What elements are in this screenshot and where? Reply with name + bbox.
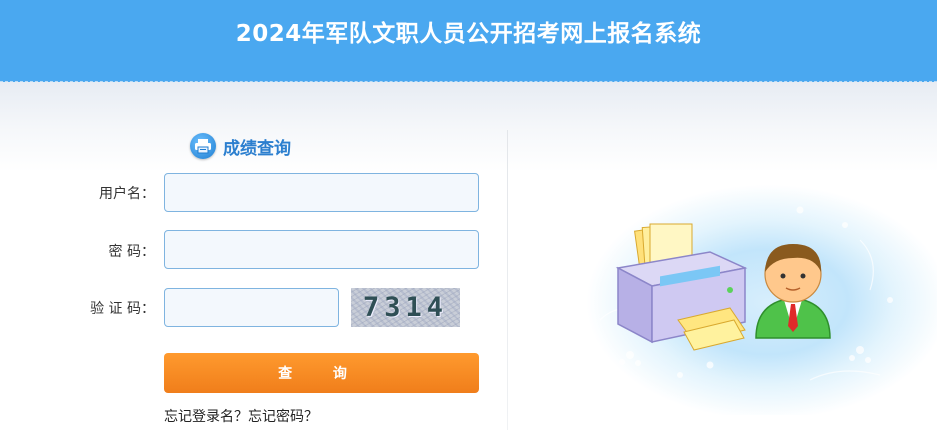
- vertical-divider: [507, 130, 508, 430]
- captcha-text: 7314: [362, 292, 449, 323]
- page-header: 2024年军队文职人员公开招考网上报名系统: [0, 0, 937, 82]
- captcha-input[interactable]: [164, 288, 339, 327]
- password-label: 密 码：: [108, 244, 155, 260]
- printer-icon: [190, 133, 216, 159]
- forgot-links: 忘记登录名？忘记密码？: [164, 406, 318, 426]
- password-input[interactable]: [164, 230, 479, 269]
- section-title: 成绩查询: [223, 138, 291, 159]
- captcha-image[interactable]: 7314: [351, 288, 460, 327]
- user-avatar-illustration: [755, 244, 831, 339]
- forgot-username-link[interactable]: 忘记登录名？: [164, 409, 248, 425]
- username-label: 用户名：: [99, 186, 155, 202]
- username-input[interactable]: [164, 173, 479, 212]
- query-button[interactable]: 查 询: [164, 353, 479, 393]
- section-header: 成绩查询: [190, 132, 291, 160]
- printer-and-user-illustration: [560, 180, 937, 415]
- captcha-label: 验 证 码：: [90, 301, 155, 317]
- printer-illustration: [615, 251, 748, 351]
- page-title: 2024年军队文职人员公开招考网上报名系统: [235, 21, 702, 47]
- forgot-password-link[interactable]: 忘记密码？: [248, 409, 318, 425]
